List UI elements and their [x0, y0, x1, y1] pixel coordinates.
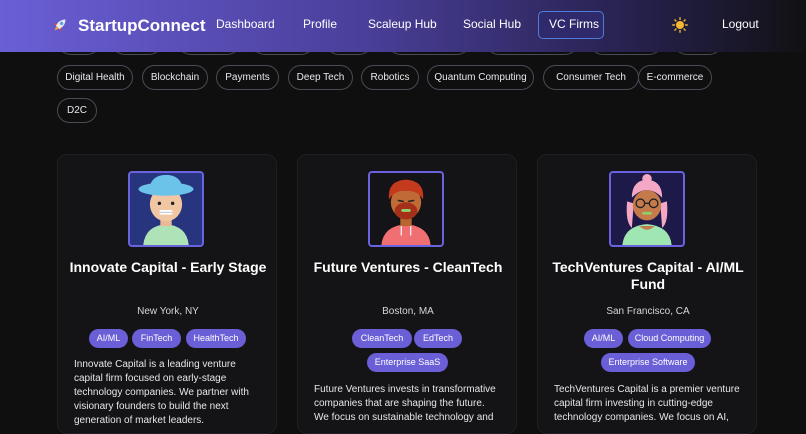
- sector-tag: Enterprise Software: [601, 353, 695, 372]
- filter-chip-quantum-computing[interactable]: Quantum Computing: [427, 65, 534, 90]
- firm-location: San Francisco, CA: [606, 306, 690, 317]
- sector-tag: EdTech: [414, 329, 462, 348]
- sector-tag: FinTech: [132, 329, 181, 348]
- person-avatar-icon: [622, 173, 672, 245]
- nav-vc-firms[interactable]: VC Firms: [549, 17, 599, 31]
- sector-tag: AI/ML: [89, 329, 128, 348]
- firm-description: Future Ventures invests in transformativ…: [314, 384, 496, 423]
- filter-chip-e-commerce[interactable]: E-commerce: [638, 65, 712, 90]
- nav-profile[interactable]: Profile: [303, 17, 337, 31]
- person-avatar-icon: [138, 174, 194, 245]
- theme-toggle-sun-icon[interactable]: [672, 17, 688, 33]
- firm-avatar: [609, 171, 685, 247]
- firm-name: Future Ventures - CleanTech: [313, 259, 503, 275]
- sector-tag: Cloud Computing: [628, 329, 711, 348]
- firm-location: Boston, MA: [382, 306, 434, 317]
- filter-chip-blockchain[interactable]: Blockchain: [142, 65, 208, 90]
- sector-tag: AI/ML: [584, 329, 623, 348]
- nav-social-hub[interactable]: Social Hub: [463, 17, 521, 31]
- filter-chip-robotics[interactable]: Robotics: [361, 65, 419, 90]
- logout-button[interactable]: Logout: [722, 17, 759, 31]
- person-avatar-icon: [381, 179, 431, 245]
- sector-tag: HealthTech: [186, 329, 246, 348]
- vc-firm-card[interactable]: Innovate Capital - Early Stage New York,…: [57, 154, 277, 434]
- filter-chip-digital-health[interactable]: Digital Health: [57, 65, 133, 90]
- brand[interactable]: StartupConnect: [48, 14, 206, 38]
- firm-description: TechVentures Capital is a premier ventur…: [554, 384, 740, 423]
- nav-dashboard[interactable]: Dashboard: [216, 17, 275, 31]
- firm-name: Innovate Capital - Early Stage: [69, 259, 267, 275]
- nav-scaleup-hub[interactable]: Scaleup Hub: [368, 17, 437, 31]
- firm-avatar: [128, 171, 204, 247]
- top-navbar: StartupConnect Dashboard Profile Scaleup…: [0, 0, 806, 52]
- firm-description: Innovate Capital is a leading venture ca…: [74, 359, 249, 426]
- vc-firm-card[interactable]: TechVentures Capital - AI/ML Fund San Fr…: [537, 154, 757, 434]
- firm-location: New York, NY: [137, 306, 199, 317]
- sector-tag: CleanTech: [352, 329, 412, 348]
- filter-chip-deep-tech[interactable]: Deep Tech: [288, 65, 353, 90]
- filter-chip-payments[interactable]: Payments: [216, 65, 279, 90]
- firm-name: TechVentures Capital - AI/ML Fund: [552, 259, 744, 292]
- vc-firm-card[interactable]: Future Ventures - CleanTech Boston, MA C…: [297, 154, 517, 434]
- brand-name: StartupConnect: [78, 16, 206, 35]
- sector-tag: Enterprise SaaS: [367, 353, 448, 372]
- firm-avatar: [368, 171, 444, 247]
- rocket-icon: [53, 19, 66, 32]
- filter-chip-d2c[interactable]: D2C: [57, 98, 97, 123]
- filter-chip-consumer-tech[interactable]: Consumer Tech: [543, 65, 639, 90]
